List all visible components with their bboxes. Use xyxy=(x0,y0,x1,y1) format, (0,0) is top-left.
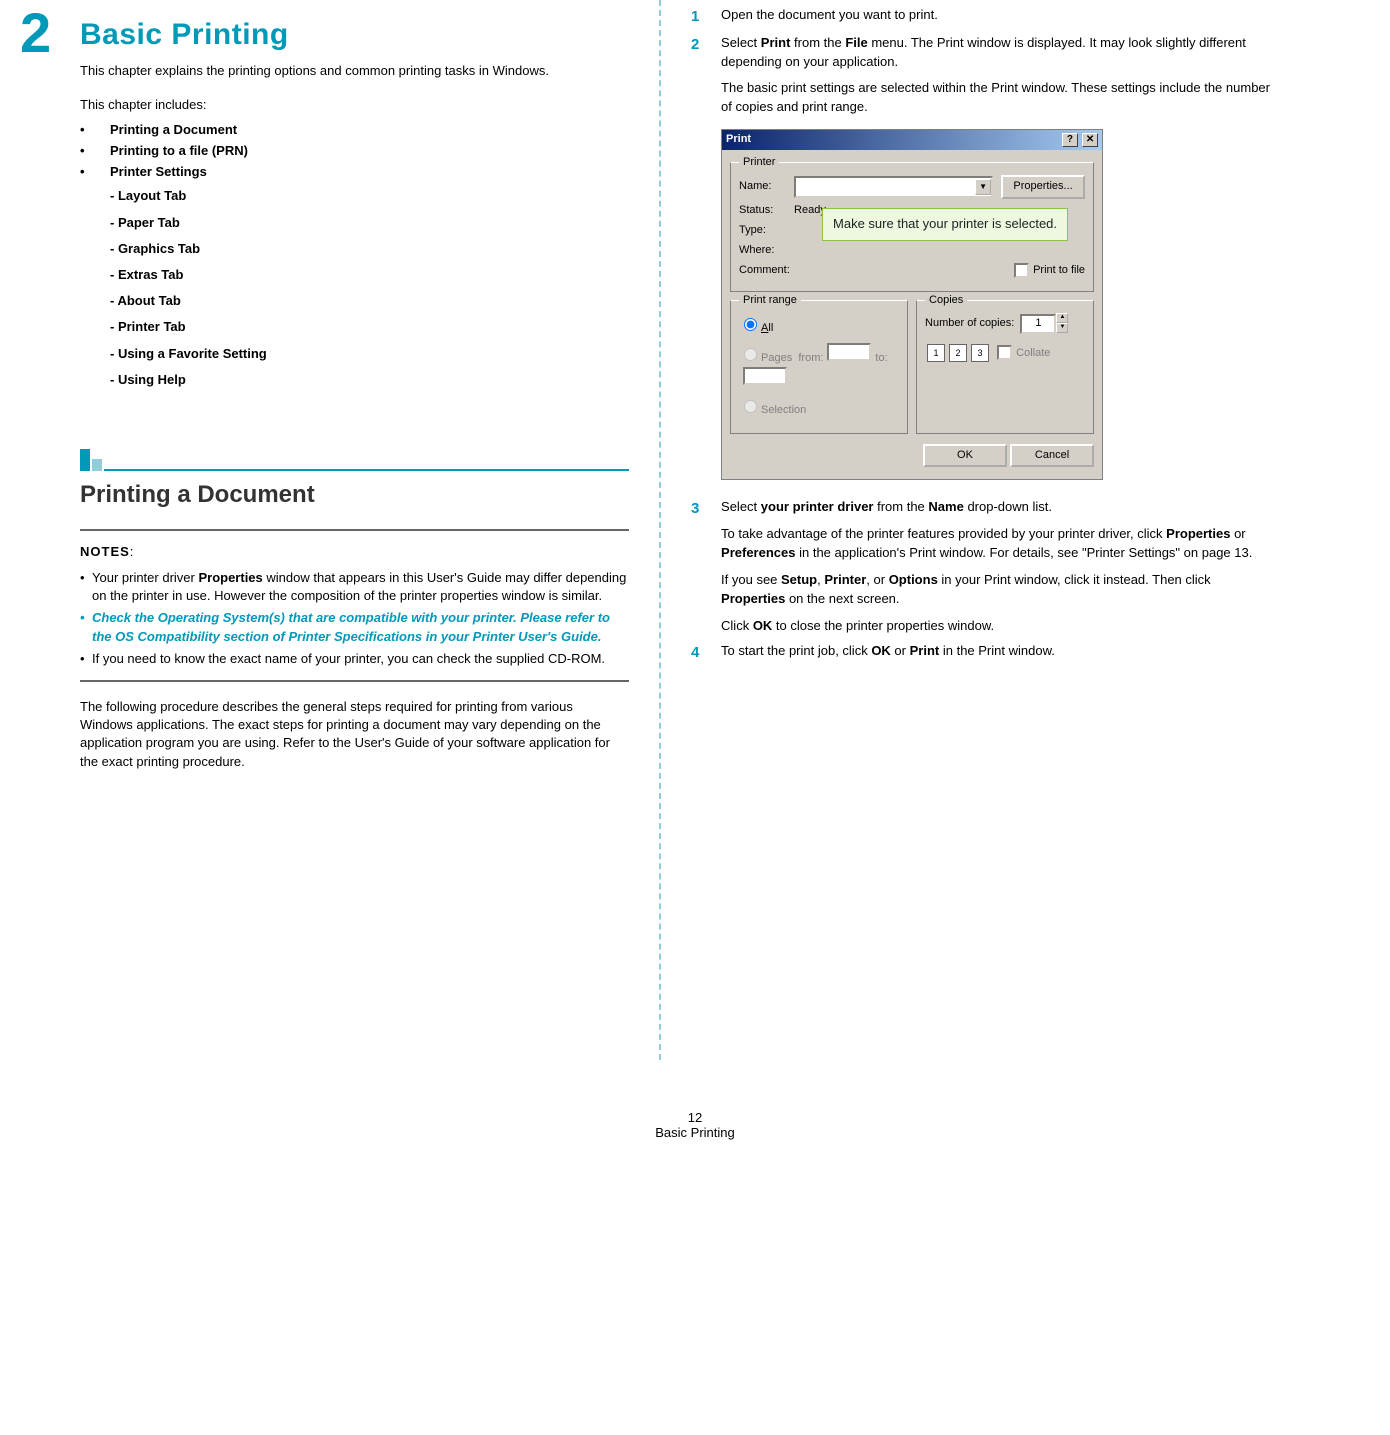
copies-input[interactable]: 1 xyxy=(1020,314,1056,334)
chapter-title: Basic Printing xyxy=(80,18,629,52)
toc-subitem: - Using Help xyxy=(110,371,629,389)
toc-subitem: - Printer Tab xyxy=(110,318,629,336)
collate-label: Collate xyxy=(1016,347,1050,359)
comment-label: Comment: xyxy=(739,263,794,279)
toc-subitem: - Paper Tab xyxy=(110,214,629,232)
note-text: Your printer driver Properties window th… xyxy=(92,569,629,605)
toc-subitem: - Extras Tab xyxy=(110,266,629,284)
toc-subitem: - Using a Favorite Setting xyxy=(110,345,629,363)
chevron-down-icon: ▼ xyxy=(975,179,991,195)
step-text: Select your printer driver from the Name… xyxy=(721,498,1270,635)
group-label: Copies xyxy=(925,293,967,309)
to-input xyxy=(743,367,787,385)
close-icon[interactable]: ✕ xyxy=(1082,133,1098,147)
group-label: Print range xyxy=(739,293,801,309)
range-pages-radio xyxy=(744,348,757,361)
status-label: Status: xyxy=(739,203,794,219)
toc-item: Printing a Document xyxy=(110,122,629,137)
page-number: 12 xyxy=(0,1110,1390,1125)
horizontal-rule xyxy=(80,680,629,682)
section-title: Printing a Document xyxy=(80,481,629,509)
note-text-highlighted: Check the Operating System(s) that are c… xyxy=(92,609,629,645)
step-number: 3 xyxy=(691,498,721,635)
copies-label: Number of copies: xyxy=(925,317,1014,329)
notes-heading: NOTES xyxy=(80,544,130,559)
toc-subitem: - Graphics Tab xyxy=(110,240,629,258)
procedure-intro: The following procedure describes the ge… xyxy=(80,698,629,771)
collate-icon: 3 xyxy=(971,344,989,362)
callout-tooltip: Make sure that your printer is selected. xyxy=(822,208,1068,241)
range-selection-radio xyxy=(744,400,757,413)
from-input xyxy=(827,343,871,361)
step-number: 4 xyxy=(691,642,721,664)
step-number: 1 xyxy=(691,6,721,28)
includes-label: This chapter includes: xyxy=(80,96,629,114)
dialog-title: Print xyxy=(726,132,751,148)
page-footer: 12 Basic Printing xyxy=(0,1110,1390,1140)
section-divider xyxy=(80,449,629,471)
copies-spinner[interactable]: ▲▼ xyxy=(1056,313,1068,333)
help-icon[interactable]: ? xyxy=(1062,133,1078,147)
group-label: Printer xyxy=(739,155,779,171)
horizontal-rule xyxy=(80,529,629,531)
toc-subitem: - Layout Tab xyxy=(110,187,629,205)
footer-title: Basic Printing xyxy=(0,1125,1390,1140)
print-to-file-checkbox[interactable] xyxy=(1014,263,1029,278)
toc-item: Printing to a file (PRN) xyxy=(110,143,629,158)
type-label: Type: xyxy=(739,223,794,239)
ok-button[interactable]: OK xyxy=(923,444,1007,468)
toc-subitem: - About Tab xyxy=(110,292,629,310)
name-label: Name: xyxy=(739,179,794,195)
step-text: Select Print from the File menu. The Pri… xyxy=(721,34,1270,493)
collate-checkbox xyxy=(997,345,1012,360)
cancel-button[interactable]: Cancel xyxy=(1010,444,1094,468)
collate-icon: 1 xyxy=(927,344,945,362)
note-text: If you need to know the exact name of yo… xyxy=(92,650,629,668)
print-to-file-label: Print to file xyxy=(1033,263,1085,279)
print-dialog: Print ? ✕ Printer Name: ▼ Properties... … xyxy=(721,129,1103,480)
printer-name-dropdown[interactable]: ▼ xyxy=(794,176,993,198)
chapter-intro: This chapter explains the printing optio… xyxy=(80,62,629,80)
range-all-radio[interactable] xyxy=(744,318,757,331)
collate-icon: 2 xyxy=(949,344,967,362)
toc-item: Printer Settings xyxy=(110,164,629,179)
chapter-number: 2 xyxy=(20,0,51,65)
step-text: To start the print job, click OK or Prin… xyxy=(721,642,1270,664)
properties-button[interactable]: Properties... xyxy=(1001,175,1085,199)
where-label: Where: xyxy=(739,243,794,259)
step-text: Open the document you want to print. xyxy=(721,6,1270,28)
step-number: 2 xyxy=(691,34,721,493)
